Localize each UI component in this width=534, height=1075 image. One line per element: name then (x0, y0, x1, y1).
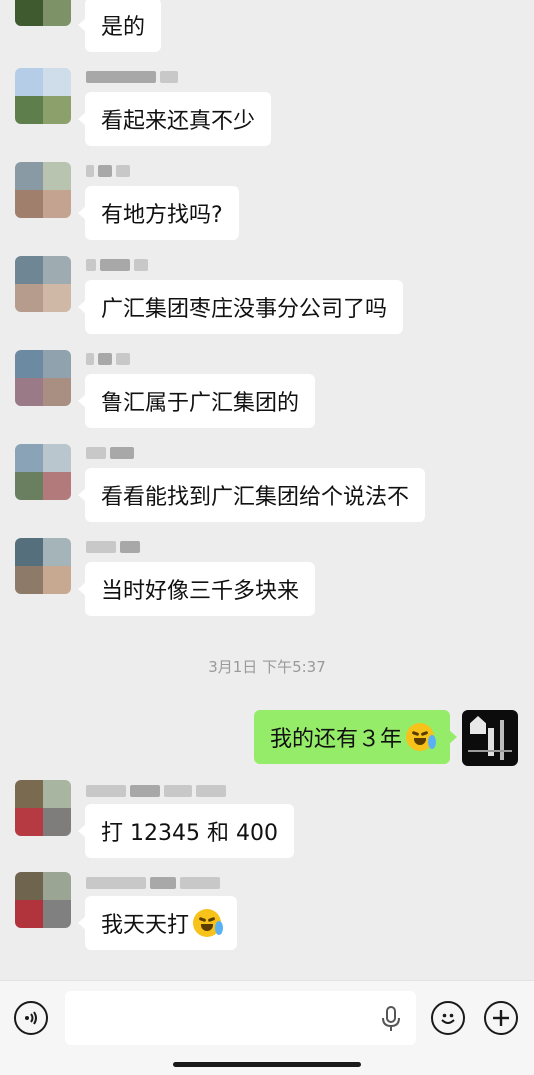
sender-name-obscured (86, 784, 226, 798)
microphone-icon[interactable] (380, 1005, 402, 1033)
crying-laughing-emoji-icon (193, 909, 224, 937)
message-bubble[interactable]: 有地方找吗? (78, 186, 239, 240)
message-text: 看看能找到广汇集团给个说法不 (101, 485, 410, 510)
sender-name-obscured (86, 164, 130, 178)
avatar[interactable] (15, 0, 71, 26)
home-indicator[interactable] (173, 1062, 361, 1067)
message-text: 看起来还真不少 (101, 109, 256, 134)
sender-name-obscured (86, 352, 130, 366)
message-bubble[interactable]: 广汇集团枣庄没事分公司了吗 (77, 280, 404, 334)
avatar[interactable] (15, 872, 71, 928)
voice-wave-icon (25, 1011, 37, 1025)
message-text: 是的 (101, 15, 146, 40)
sender-name-obscured (86, 540, 140, 554)
more-functions-button[interactable] (484, 1001, 518, 1035)
message-text: 打 12345 和 400 (101, 821, 278, 846)
message-bubble[interactable]: 鲁汇属于广汇集团的 (77, 374, 316, 428)
chat-input-bar (0, 980, 534, 1075)
message-text: 有地方找吗? (101, 203, 223, 228)
sender-name-obscured (86, 446, 134, 460)
avatar[interactable] (15, 256, 71, 312)
sender-name-obscured (86, 876, 220, 890)
chat-message-list[interactable]: 是的 看起来还真不少 有地方找吗? 广汇集团枣庄没事分公司了吗 鲁汇属于广汇集团… (0, 0, 534, 980)
message-text: 广汇集团枣庄没事分公司了吗 (101, 297, 388, 322)
sender-name-obscured (86, 258, 148, 272)
smiley-icon (441, 1013, 455, 1024)
message-bubble[interactable]: 看起来还真不少 (77, 92, 272, 146)
message-bubble-self[interactable]: 我的还有３年 (253, 710, 458, 764)
avatar[interactable] (15, 780, 71, 836)
message-timestamp: 3月1日 下午5:37 (208, 658, 326, 676)
avatar[interactable] (15, 444, 71, 500)
message-input[interactable] (65, 991, 416, 1045)
message-bubble[interactable]: 看看能找到广汇集团给个说法不 (77, 468, 426, 522)
message-bubble[interactable]: 是的 (77, 0, 162, 52)
message-bubble[interactable]: 当时好像三千多块来 (77, 562, 316, 616)
avatar[interactable] (15, 538, 71, 594)
my-avatar[interactable] (462, 710, 518, 766)
message-bubble[interactable]: 打 12345 和 400 (78, 804, 294, 858)
message-text: 我的还有３年 (269, 727, 402, 752)
plus-icon (493, 1010, 509, 1026)
message-text: 鲁汇属于广汇集团的 (101, 391, 300, 416)
sender-name-obscured (86, 70, 178, 84)
voice-mode-button[interactable] (14, 1001, 48, 1035)
emoji-button[interactable] (431, 1001, 465, 1035)
crying-laughing-emoji-icon (406, 723, 436, 751)
avatar[interactable] (15, 68, 71, 124)
avatar[interactable] (15, 350, 71, 406)
message-bubble[interactable]: 我天天打 (77, 896, 238, 950)
avatar[interactable] (15, 162, 71, 218)
message-text: 我天天打 (101, 913, 190, 938)
message-text: 当时好像三千多块来 (101, 579, 300, 604)
